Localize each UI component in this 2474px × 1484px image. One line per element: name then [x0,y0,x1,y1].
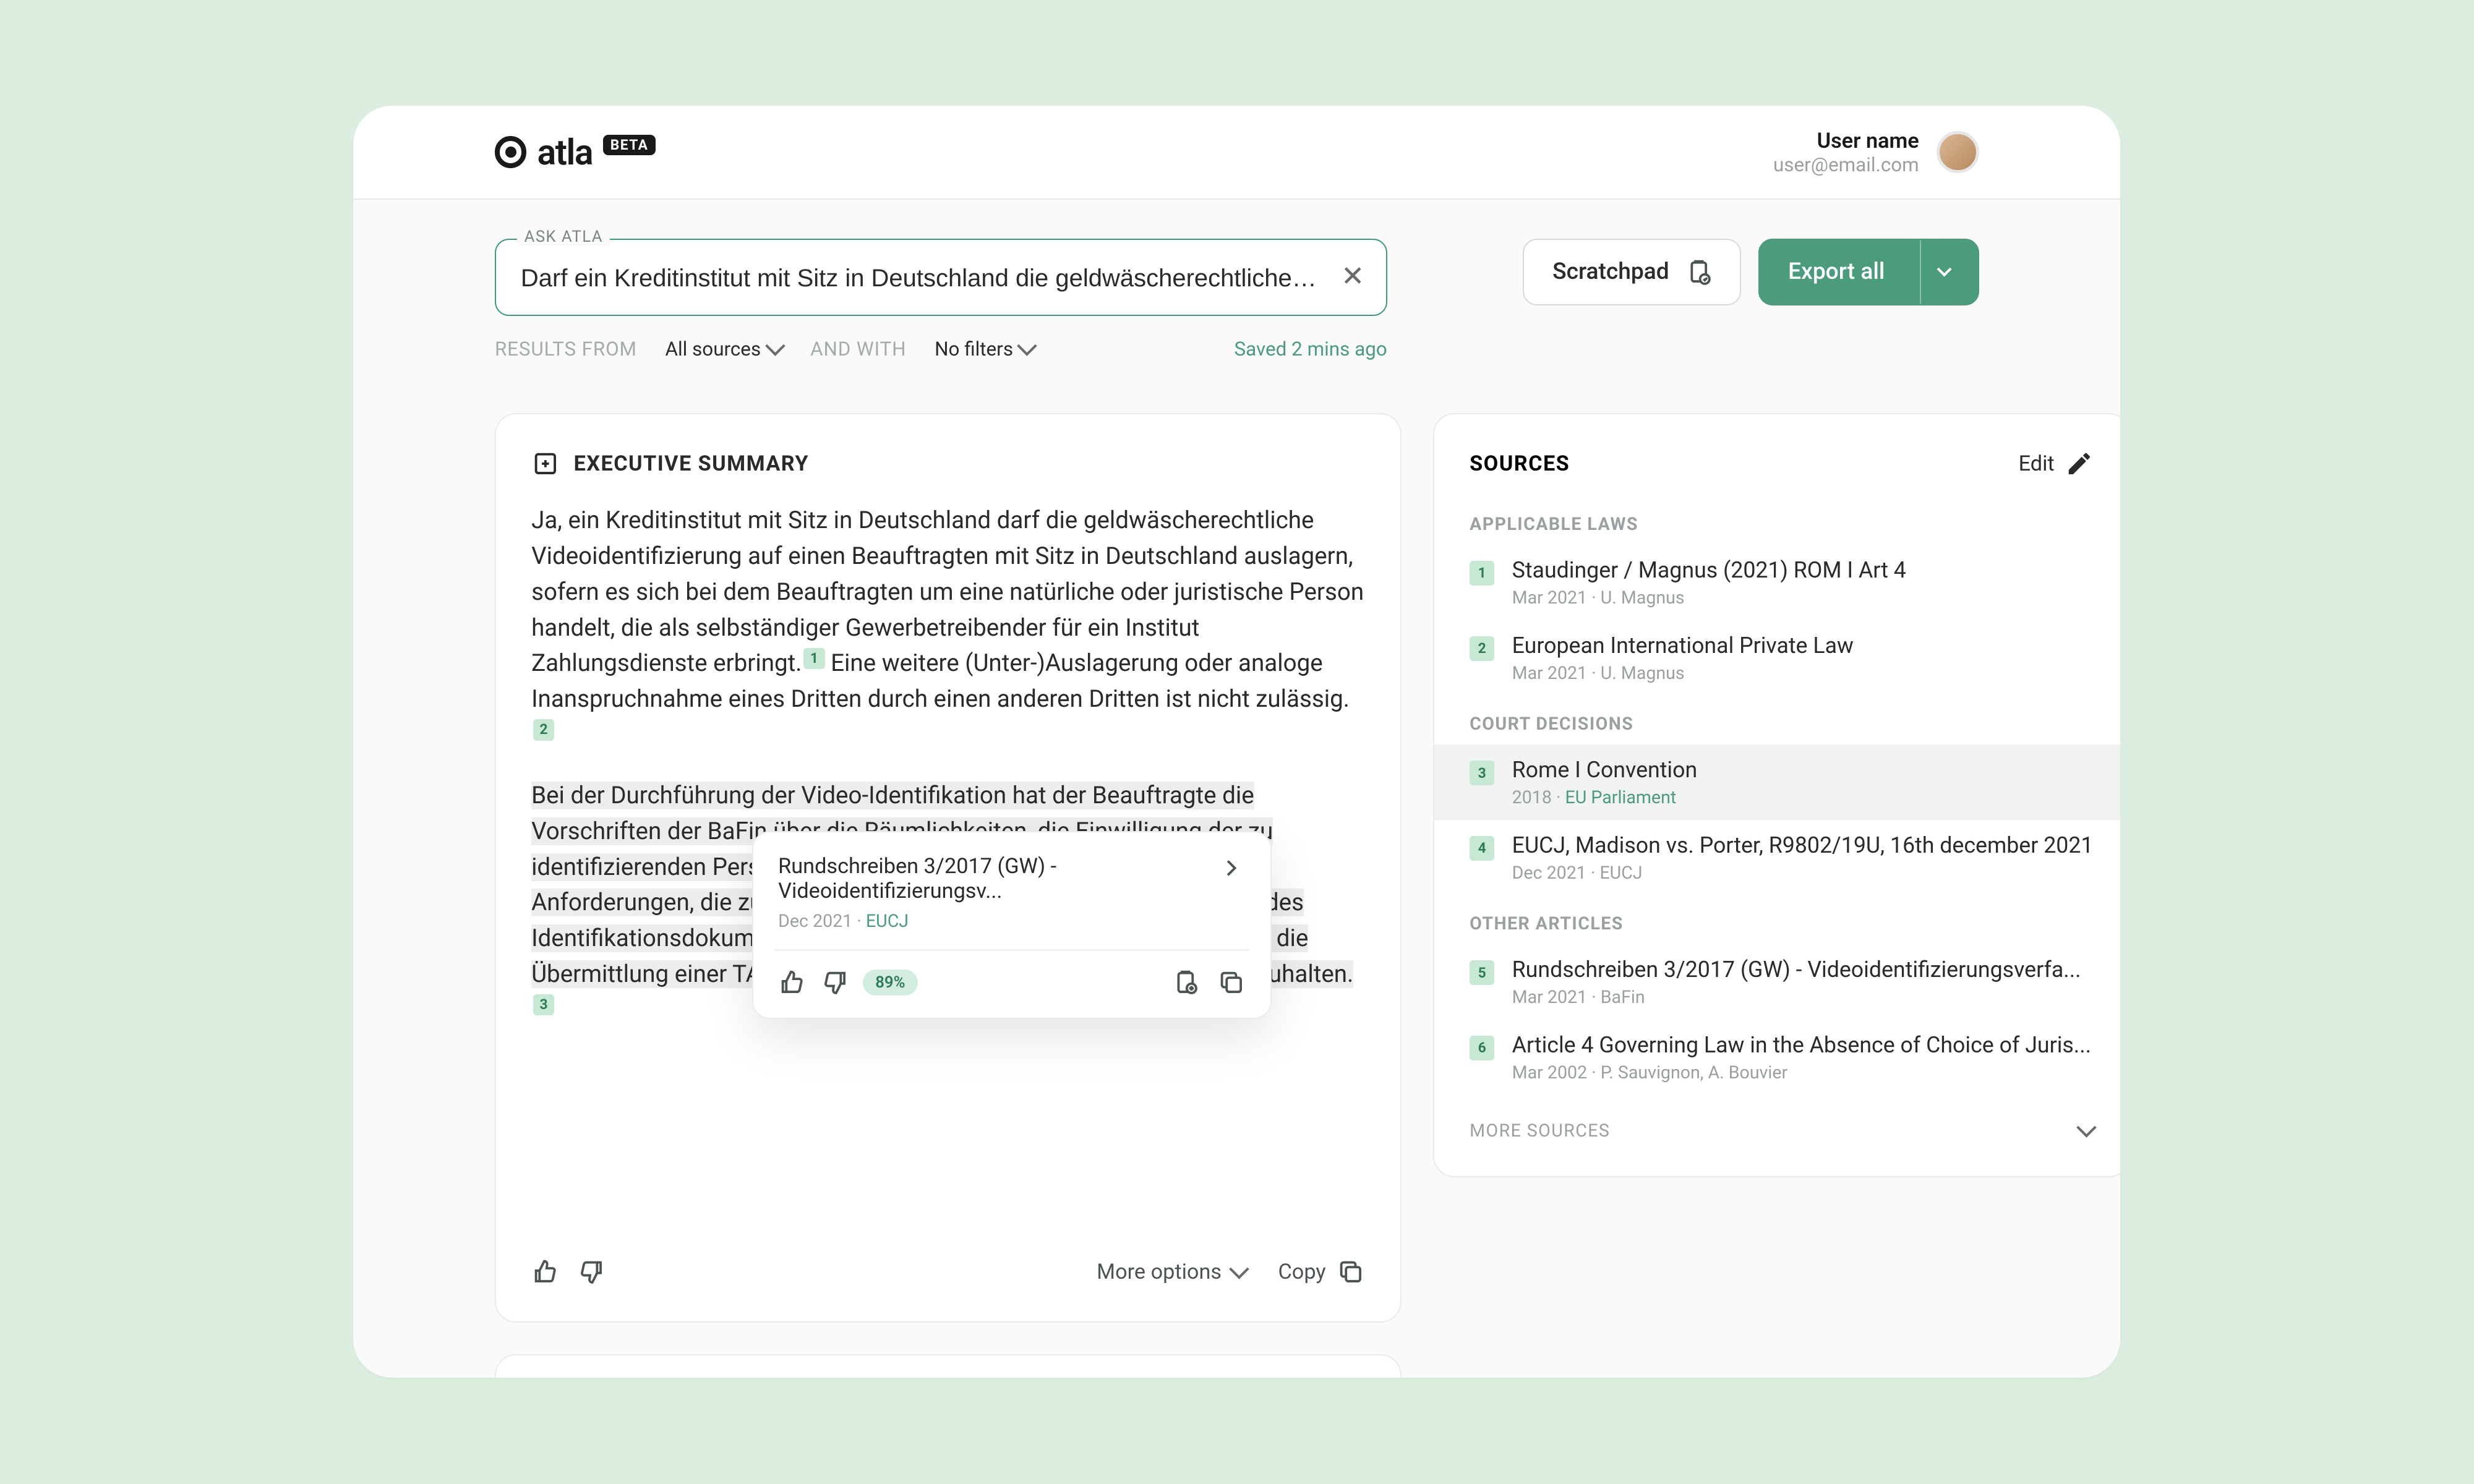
citation-1[interactable]: 1 [803,648,824,669]
clipboard-icon [1684,258,1712,286]
ask-legend: ASK ATLA [517,228,610,246]
source-title: Staudinger / Magnus (2021) ROM I Art 4 [1512,557,2094,583]
source-item[interactable]: 3 Rome I Convention 2018 · EU Parliament [1434,744,2120,820]
more-options-button[interactable]: More options [1097,1260,1246,1284]
clipboard-add-icon[interactable] [1171,968,1200,997]
source-number: 2 [1470,636,1494,661]
beta-badge: BETA [603,135,656,155]
logo-mark-icon [495,136,526,168]
copy-button[interactable]: Copy [1278,1258,1364,1286]
copy-icon[interactable] [1217,968,1246,997]
source-group-heading: COURT DECISIONS [1434,696,2120,745]
source-item[interactable]: 4 EUCJ, Madison vs. Porter, R9802/19U, 16… [1434,820,2120,895]
chevron-down-icon [1229,1260,1249,1279]
source-number: 3 [1470,761,1494,785]
source-select[interactable]: All sources [666,338,782,360]
chevron-down-icon [2076,1117,2096,1137]
source-item[interactable]: 2 European International Private Law Mar 2… [1434,620,2120,696]
source-number: 1 [1470,561,1494,586]
source-group-heading: APPLICABLE LAWS [1434,496,2120,545]
copy-icon [1337,1258,1365,1286]
filter-select-value: No filters [935,338,1013,360]
sources-card: SOURCES Edit APPLICABLE LAWS 1 Staudinger … [1433,413,2120,1177]
copy-label: Copy [1278,1260,1325,1284]
source-select-value: All sources [666,338,761,360]
source-title: European International Private Law [1512,633,2094,659]
source-item[interactable]: 5 Rundschreiben 3/2017 (GW) - Videoidenti… [1434,944,2120,1020]
citation-2[interactable]: 2 [533,719,554,740]
citation-popup-source: EUCJ [866,910,909,931]
scratchpad-label: Scratchpad [1552,258,1669,285]
user-menu[interactable]: User name user@email.com [1773,129,1979,176]
executive-summary-card: EXECUTIVE SUMMARY Ja, ein Kreditinstitut… [495,413,1402,1323]
thumbs-up-icon[interactable] [778,968,807,997]
and-with-label: AND WITH [810,338,906,360]
sources-heading: SOURCES [1470,451,1570,476]
pencil-icon [2065,450,2094,478]
source-number: 4 [1470,836,1494,861]
scratchpad-button[interactable]: Scratchpad [1523,239,1740,306]
source-title: EUCJ, Madison vs. Porter, R9802/19U, 16t… [1512,832,2094,858]
thumbs-down-icon[interactable] [577,1258,606,1286]
expand-icon[interactable] [531,450,560,478]
source-group-heading: OTHER ARTICLES [1434,895,2120,945]
chevron-down-icon [765,336,785,356]
more-options-label: More options [1097,1260,1222,1284]
more-sources-label: MORE SOURCES [1470,1120,1610,1141]
source-meta: Dec 2021 · EUCJ [1512,862,2094,883]
source-title: Rundschreiben 3/2017 (GW) - Videoidentif… [1512,957,2094,983]
source-meta: 2018 · EU Parliament [1512,787,2094,808]
source-meta: Mar 2002 · P. Sauvignon, A. Bouvier [1512,1062,2094,1083]
saved-indicator: Saved 2 mins ago [1234,338,1387,360]
chevron-down-icon [1937,262,1951,277]
citation-3[interactable]: 3 [533,994,554,1015]
source-number: 6 [1470,1036,1494,1060]
export-button[interactable]: Export all [1758,239,1979,306]
export-split[interactable] [1920,240,1950,305]
ask-input[interactable] [521,265,1322,292]
thumbs-up-icon[interactable] [531,1258,560,1286]
edit-label: Edit [2019,451,2055,476]
confidence-badge: 89% [863,970,917,995]
filter-select[interactable]: No filters [935,338,1034,360]
chevron-down-icon [1017,336,1037,356]
edit-sources-button[interactable]: Edit [2019,450,2094,478]
source-item[interactable]: 6 Article 4 Governing Law in the Absence … [1434,1020,2120,1095]
citation-popup: Rundschreiben 3/2017 (GW) - Videoidentif… [752,831,1272,1019]
chevron-right-icon[interactable] [1217,854,1246,882]
thumbs-down-icon[interactable] [821,968,849,997]
source-item[interactable]: 1 Staudinger / Magnus (2021) ROM I Art 4 M… [1434,545,2120,620]
dig-deeper-card: DIG DEEPER in this scope [495,1354,1402,1378]
citation-popup-title: Rundschreiben 3/2017 (GW) - Videoidentif… [778,854,1207,903]
source-number: 5 [1470,960,1494,985]
export-label: Export all [1788,258,1885,285]
logo-text: atla [537,132,593,173]
citation-popup-date: Dec 2021 [778,910,852,931]
meta-dot: · [857,910,866,931]
ask-field[interactable]: ASK ATLA ✕ [495,239,1387,317]
summary-heading: EXECUTIVE SUMMARY [574,451,809,476]
close-icon[interactable]: ✕ [1341,263,1364,292]
source-meta: Mar 2021 · U. Magnus [1512,587,2094,608]
avatar[interactable] [1937,131,1979,174]
more-sources-toggle[interactable]: MORE SOURCES [1434,1095,2120,1141]
source-meta: Mar 2021 · BaFin [1512,986,2094,1007]
source-meta: Mar 2021 · U. Magnus [1512,662,2094,683]
results-from-label: RESULTS FROM [495,338,637,360]
logo[interactable]: atla BETA [495,132,656,173]
user-email: user@email.com [1773,153,1919,176]
source-title: Article 4 Governing Law in the Absence o… [1512,1032,2094,1058]
source-title: Rome I Convention [1512,757,2094,783]
user-name: User name [1773,129,1919,153]
